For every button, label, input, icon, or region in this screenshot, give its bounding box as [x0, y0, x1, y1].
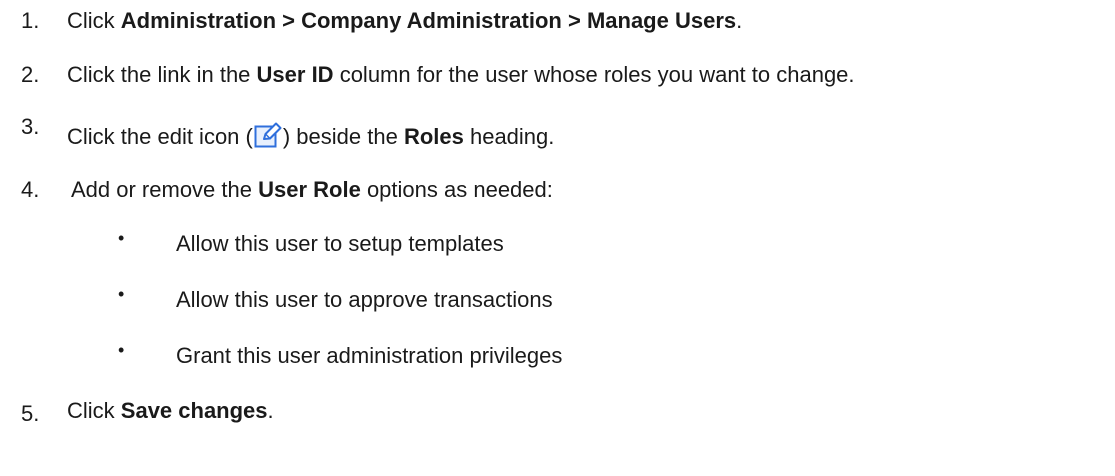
save-changes-label: Save changes: [120, 398, 268, 423]
user-role-label: User Role: [258, 177, 361, 202]
edit-icon: [254, 122, 282, 148]
step-5-number: 5.: [21, 401, 40, 426]
bullet-icon: •: [118, 284, 125, 304]
menu-path-manage-users: Manage Users: [586, 8, 737, 33]
user-id-column-label: User ID: [256, 62, 334, 87]
step-1-number: 1.: [21, 8, 40, 33]
step-3-number: 3.: [21, 114, 40, 139]
step-4-number: 4.: [21, 177, 40, 202]
role-option-text: Allow this user to approve transactions: [176, 287, 553, 312]
bullet-icon: •: [118, 228, 125, 248]
menu-path-administration: Administration: [120, 8, 277, 33]
step-1-text: Click Administration > Company Administr…: [67, 8, 743, 33]
role-option-text: Grant this user administration privilege…: [176, 343, 563, 368]
menu-path-company-administration: Company Administration: [301, 8, 562, 33]
step-2-text: Click the link in the User ID column for…: [67, 62, 855, 87]
roles-heading-label: Roles: [403, 124, 464, 149]
step-4-text: Add or remove the User Role options as n…: [71, 177, 553, 202]
step-5-text: Click Save changes.: [67, 398, 274, 423]
role-option-text: Allow this user to setup templates: [176, 231, 504, 256]
step-3-text: Click the edit icon () beside the Roles …: [67, 122, 555, 149]
step-2-number: 2.: [21, 62, 40, 87]
bullet-icon: •: [118, 340, 125, 360]
